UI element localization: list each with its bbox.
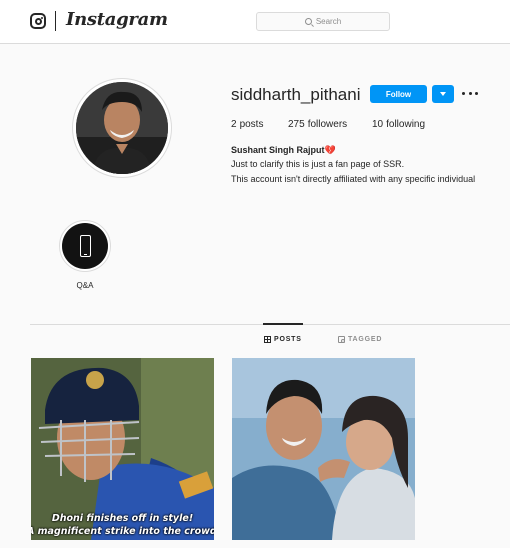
post-caption-line: Dhoni finishes off in style! <box>51 513 194 524</box>
following-count-stat[interactable]: 10 following <box>372 119 425 130</box>
logo-divider <box>55 11 56 31</box>
instagram-camera-icon[interactable] <box>30 13 46 29</box>
followers-count: 275 <box>288 119 305 130</box>
search-placeholder: Search <box>315 17 342 26</box>
post-image-couple <box>232 358 415 540</box>
follow-button[interactable]: Follow <box>370 85 427 103</box>
posts-count-stat: 2 posts <box>231 119 288 130</box>
post-thumbnail[interactable] <box>232 358 415 540</box>
tab-tagged[interactable]: TAGGED <box>338 336 382 343</box>
search-icon <box>304 18 312 25</box>
following-count: 10 <box>372 119 384 130</box>
bio-line: This account isn't directly affiliated w… <box>231 174 476 184</box>
tab-posts[interactable]: POSTS <box>264 336 302 343</box>
suggested-accounts-dropdown-button[interactable] <box>432 85 454 103</box>
more-options-icon[interactable] <box>462 92 478 96</box>
posts-count: 2 <box>231 119 237 130</box>
search-input[interactable]: Search <box>256 12 390 31</box>
profile-avatar-ring[interactable] <box>72 78 172 178</box>
tab-tagged-label: TAGGED <box>348 336 383 343</box>
post-thumbnail[interactable]: Dhoni finishes off in style! A magnifice… <box>31 358 214 540</box>
highlight-label: Q&A <box>76 281 94 290</box>
followers-count-stat[interactable]: 275 followers <box>288 119 372 130</box>
bio-line: Just to clarify this is just a fan page … <box>231 159 405 169</box>
active-tab-indicator <box>263 323 303 325</box>
story-highlight-qa[interactable] <box>59 220 111 272</box>
highlight-cover <box>62 223 108 269</box>
avatar-photo <box>76 82 168 174</box>
tab-posts-label: POSTS <box>274 336 302 343</box>
followers-label: followers <box>307 119 348 130</box>
top-nav-bar: Instagram Search <box>0 0 510 44</box>
profile-full-name: Sushant Singh Rajput💔 <box>231 145 336 155</box>
profile-avatar[interactable] <box>76 82 168 174</box>
profile-stats: 2 posts 275 followers 10 following <box>231 119 425 130</box>
posts-label: posts <box>239 119 264 130</box>
grid-icon <box>264 336 271 343</box>
instagram-wordmark[interactable]: Instagram <box>66 9 168 30</box>
post-caption-line: A magnificent strike into the crowd <box>31 526 214 537</box>
following-label: following <box>386 119 426 130</box>
profile-username: siddharth_pithani <box>231 85 361 104</box>
tagged-icon <box>338 336 345 343</box>
phone-icon <box>80 235 91 257</box>
